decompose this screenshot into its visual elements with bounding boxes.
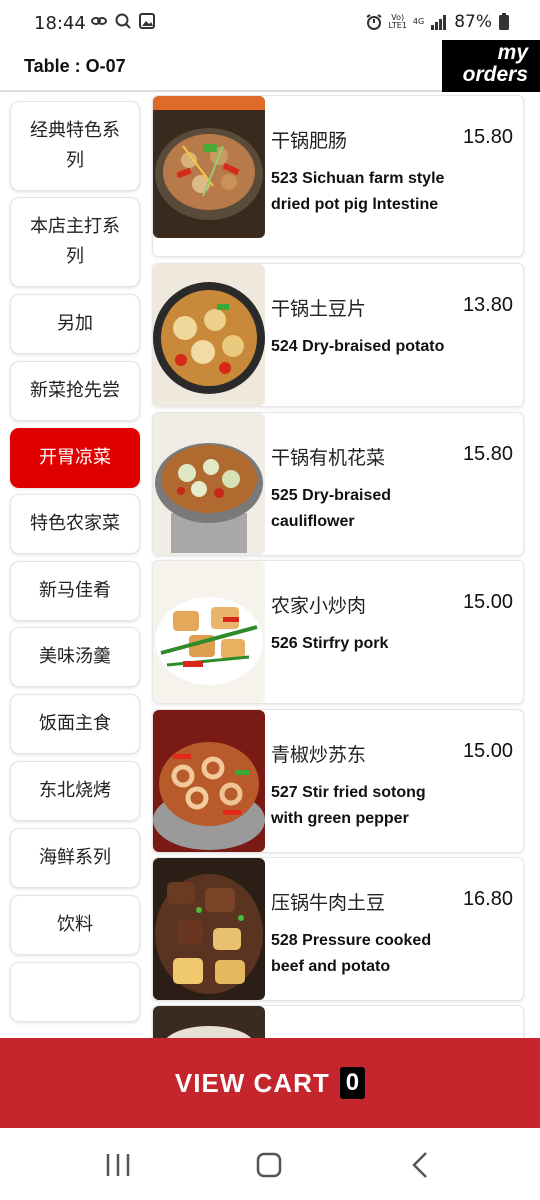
dish-name-cn: 干锅土豆片 [271,298,367,320]
category-label: 饮料 [57,914,93,935]
dish-image [153,1006,265,1038]
category-label: 美味汤羹 [39,646,111,667]
status-left-icons [90,12,156,30]
dish-image [153,96,265,238]
category-label: 本店主打系列 [30,216,120,267]
dish-image [153,413,265,555]
dish-name-en: 524 Dry-braised potato [271,338,445,355]
view-cart-button[interactable]: VIEW CART 0 [0,1038,540,1128]
app-header: Table : O-07 my orders [0,40,540,92]
search-icon [115,13,131,29]
table-label: Table : O-07 [24,56,126,76]
network-label: Vo) LTE1 [389,14,407,30]
back-icon[interactable] [400,1150,440,1180]
category-item[interactable]: 东北烧烤 [10,761,140,821]
image-icon [139,13,155,29]
menu-item-partial[interactable] [152,1005,524,1038]
dish-image [153,561,265,703]
category-item[interactable]: 海鲜系列 [10,828,140,888]
dish-name-cn: 干锅肥肠 [271,130,348,152]
menu-list[interactable]: 干锅肥肠 15.80 523 Sichuan farm style dried … [150,93,540,1038]
dish-name-cn: 干锅有机花菜 [271,447,386,469]
system-nav-bar [0,1128,540,1200]
battery-icon [499,13,509,30]
category-label: 海鲜系列 [39,847,111,868]
signal-icon [431,15,447,30]
category-item[interactable]: 特色农家菜 [10,494,140,554]
dish-name-en: 528 Pressure cooked beef and potato [271,932,432,975]
home-icon[interactable] [249,1150,289,1180]
category-item[interactable]: 另加 [10,294,140,354]
menu-item[interactable]: 青椒炒苏东 15.00 527 Stir fried sotong with g… [152,709,524,853]
category-sidebar[interactable]: 经典特色系列 本店主打系列 另加 新菜抢先尝 开胃凉菜 特色农家菜 新马佳肴 美… [0,93,150,1038]
menu-item[interactable]: 压锅牛肉土豆 16.80 528 Pressure cooked beef an… [152,857,524,1001]
dish-name-en: 527 Stir fried sotong with green pepper [271,784,426,827]
network-type: 4G [412,17,425,26]
my-orders-line1: my [497,41,528,64]
dish-name-en: 523 Sichuan farm style dried pot pig lnt… [271,170,445,213]
dish-image [153,264,265,406]
status-time: 18:44 [34,13,86,34]
dish-price: 15.80 [462,126,513,148]
dish-price: 13.80 [462,294,513,316]
menu-item[interactable]: 农家小炒肉 15.00 526 Stirfry pork [152,560,524,704]
category-label: 另加 [57,313,93,334]
dish-price: 15.80 [462,443,513,465]
category-item[interactable]: 本店主打系列 [10,197,140,287]
category-label: 新马佳肴 [39,580,111,601]
category-item[interactable]: 饭面主食 [10,694,140,754]
category-label: 开胃凉菜 [39,447,111,468]
dish-name-en: 526 Stirfry pork [271,635,389,652]
dish-name-cn: 青椒炒苏东 [271,744,367,766]
category-item[interactable]: 新马佳肴 [10,561,140,621]
menu-item[interactable]: 干锅土豆片 13.80 524 Dry-braised potato [152,263,524,407]
cart-count-badge: 0 [339,1067,366,1099]
network-bottom: LTE1 [388,21,407,30]
dish-price: 15.00 [462,740,513,762]
category-item[interactable]: 新菜抢先尝 [10,361,140,421]
category-item-active[interactable]: 开胃凉菜 [10,428,140,488]
dish-image [153,710,265,852]
category-item[interactable]: 饮料 [10,895,140,955]
alarm-icon [365,14,382,30]
category-label: 东北烧烤 [39,780,111,801]
category-label: 经典特色系列 [30,120,120,171]
menu-item[interactable]: 干锅肥肠 15.80 523 Sichuan farm style dried … [152,95,524,257]
dish-price: 16.80 [462,888,513,910]
dish-name-en: 525 Dry-braised cauliflower [271,487,392,530]
category-label: 特色农家菜 [30,513,120,534]
menu-item[interactable]: 干锅有机花菜 15.80 525 Dry-braised cauliflower [152,412,524,556]
dish-name-cn: 压锅牛肉土豆 [271,892,386,914]
dish-name-cn: 农家小炒肉 [271,595,367,617]
category-item[interactable] [10,962,140,1022]
battery-percent: 87% [454,12,492,32]
dish-price: 15.00 [462,591,513,613]
dish-image [153,858,265,1000]
category-label: 饭面主食 [39,713,111,734]
view-cart-label: VIEW CART [174,1067,330,1098]
link-icon [91,17,107,25]
category-item[interactable]: 经典特色系列 [10,101,140,191]
category-label: 新菜抢先尝 [30,380,120,401]
my-orders-button[interactable]: my orders [442,40,540,92]
my-orders-line2: orders [462,63,528,86]
recent-apps-icon[interactable] [98,1150,138,1180]
category-item[interactable]: 美味汤羹 [10,627,140,687]
status-right-icons: Vo) LTE1 4G 87% [365,12,510,32]
